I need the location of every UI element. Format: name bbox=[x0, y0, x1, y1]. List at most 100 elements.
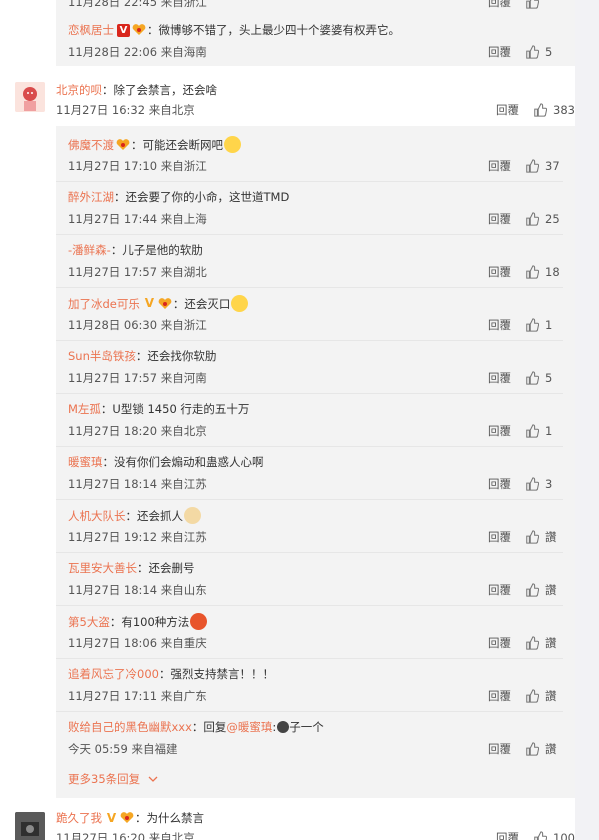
reply-author[interactable]: 加了冰de可乐 bbox=[68, 296, 140, 312]
reply-box-top: 11月28日 22:45 来自浙江 回覆 恋枫居士 V ：微博够不错了，头上最少… bbox=[56, 0, 575, 66]
like-button[interactable]: 1 bbox=[525, 424, 563, 438]
fan-badge-icon bbox=[132, 24, 146, 35]
reply-text: : bbox=[272, 720, 277, 734]
like-button[interactable]: 100 bbox=[533, 831, 575, 840]
like-button[interactable]: 1 bbox=[525, 318, 563, 332]
thumbs-up-icon bbox=[526, 159, 539, 173]
reply-author[interactable]: 败给自己的黑色幽默xxx bbox=[68, 719, 192, 735]
reply-button[interactable]: 回覆 bbox=[471, 688, 511, 704]
reply-row: 醉外江湖 ：还会要了你的小命，这世道TMD 11月27日 17:44 来自上海 回覆 2… bbox=[56, 181, 563, 235]
reply-button[interactable]: 回覆 bbox=[471, 44, 511, 60]
reply-text: ：还会找你软肋 bbox=[135, 349, 217, 363]
reply-author[interactable]: 人机大队长 bbox=[68, 508, 126, 524]
thumbs-up-icon bbox=[526, 477, 539, 491]
fan-badge-icon bbox=[116, 138, 130, 150]
thumbs-up-icon bbox=[526, 689, 539, 703]
verified-badge-icon: V bbox=[144, 296, 155, 310]
reply-button[interactable]: 回覆 bbox=[479, 102, 519, 118]
like-count: 5 bbox=[545, 371, 553, 385]
thumbs-up-icon bbox=[526, 424, 539, 438]
reply-author[interactable]: M左孤 bbox=[68, 401, 101, 417]
mention-link[interactable]: @暖蜜瑱 bbox=[226, 719, 272, 735]
like-button[interactable]: 讚 bbox=[525, 582, 563, 598]
comment-text: ：除了会禁言，还会啥 bbox=[102, 83, 217, 97]
like-button[interactable] bbox=[525, 0, 563, 9]
scrollbar[interactable] bbox=[575, 0, 599, 840]
like-count: 讚 bbox=[545, 689, 557, 703]
reply-button[interactable]: 回覆 bbox=[471, 158, 511, 174]
comment-author[interactable]: 跪久了我 bbox=[56, 810, 102, 826]
verified-badge-icon: V bbox=[117, 23, 130, 37]
like-count: 1 bbox=[545, 424, 553, 438]
reply-author[interactable]: 佛魔不渡 bbox=[68, 137, 114, 153]
reply-text: ：还会删号 bbox=[137, 561, 195, 575]
like-count: 讚 bbox=[545, 742, 557, 756]
reply-button[interactable]: 回覆 bbox=[471, 476, 511, 492]
reply-meta: 11月27日 17:10 来自浙江 bbox=[68, 159, 207, 173]
reply-row: 瓦里安大善长 ：还会删号 11月27日 18:14 来自山东 回覆 讚 bbox=[56, 552, 563, 606]
reply-text: ：微博够不错了，头上最少四十个婆婆有权弄它。 bbox=[147, 23, 400, 37]
reply-button[interactable]: 回覆 bbox=[471, 264, 511, 280]
like-button[interactable]: 3 bbox=[525, 477, 563, 491]
reply-button[interactable]: 回覆 bbox=[471, 0, 511, 10]
reply-meta: 11月27日 18:14 来自山东 bbox=[68, 583, 207, 597]
thumbs-up-icon bbox=[526, 265, 539, 279]
thumbs-up-icon bbox=[526, 371, 539, 385]
thumbs-up-icon bbox=[526, 318, 539, 332]
avatar[interactable] bbox=[15, 82, 45, 112]
comment-text: ：为什么禁言 bbox=[135, 811, 204, 825]
like-button[interactable]: 讚 bbox=[525, 688, 563, 704]
comment-meta: 11月27日 16:32 来自北京 bbox=[56, 103, 195, 117]
reply-button[interactable]: 回覆 bbox=[471, 423, 511, 439]
avatar-image bbox=[15, 82, 45, 112]
verified-badge-icon: V bbox=[106, 810, 117, 825]
reply-author[interactable]: 醉外江湖 bbox=[68, 189, 114, 205]
like-count: 讚 bbox=[545, 530, 557, 544]
reply-author[interactable]: 恋枫居士 bbox=[68, 22, 114, 38]
thumbs-up-icon bbox=[526, 636, 539, 650]
reply-button[interactable]: 回覆 bbox=[479, 830, 519, 840]
fan-badge-icon bbox=[158, 297, 172, 309]
reply-text: ：强烈支持禁言！！！ bbox=[158, 667, 274, 681]
reply-row: 追着风忘了冷000 ：强烈支持禁言！！！ 11月27日 17:11 来自广东 回覆 讚 bbox=[56, 658, 563, 712]
reply-meta: 11月27日 17:57 来自湖北 bbox=[68, 265, 207, 279]
reply-button[interactable]: 回覆 bbox=[471, 211, 511, 227]
reply-author[interactable]: 第5大盗 bbox=[68, 614, 110, 630]
avatar[interactable] bbox=[15, 812, 45, 840]
like-button[interactable]: 5 bbox=[525, 371, 563, 385]
reply-text: ：还会灭口 bbox=[172, 296, 231, 311]
reply-button[interactable]: 回覆 bbox=[471, 370, 511, 386]
reply-meta: 11月27日 17:57 来自河南 bbox=[68, 371, 207, 385]
reply-author[interactable]: Sun半岛铁孩 bbox=[68, 348, 136, 364]
reply-author[interactable]: 暖蜜瑱 bbox=[68, 454, 103, 470]
like-button[interactable]: 383 bbox=[533, 103, 575, 117]
like-button[interactable]: 5 bbox=[525, 45, 563, 59]
reply-meta: 11月27日 18:20 来自北京 bbox=[68, 424, 207, 438]
like-button[interactable]: 讚 bbox=[525, 529, 563, 545]
reply-button[interactable]: 回覆 bbox=[471, 317, 511, 333]
reply-author[interactable]: -潘鲜森- bbox=[68, 242, 111, 258]
reply-author[interactable]: 瓦里安大善长 bbox=[68, 560, 137, 576]
reply-text: ：没有你们会煽动和蛊惑人心啊 bbox=[102, 455, 264, 469]
like-button[interactable]: 讚 bbox=[525, 741, 563, 757]
angry-emoji-icon bbox=[190, 613, 208, 630]
more-replies-link[interactable]: 更多35条回复 bbox=[68, 771, 158, 787]
like-button[interactable]: 讚 bbox=[525, 635, 563, 651]
reply-button[interactable]: 回覆 bbox=[471, 635, 511, 651]
comment-item: 北京的呗 ：除了会禁言，还会啥 11月27日 16:32 来自北京 回覆 383 bbox=[0, 74, 575, 124]
reply-button[interactable]: 回覆 bbox=[471, 741, 511, 757]
object-emoji-icon bbox=[277, 721, 290, 733]
reply-row: -潘鲜森- ：儿子是他的软肋 11月27日 17:57 来自湖北 回覆 18 bbox=[56, 234, 563, 288]
thumbs-up-icon bbox=[526, 0, 539, 9]
like-button[interactable]: 37 bbox=[525, 159, 563, 173]
reply-meta: 11月28日 22:06 来自海南 bbox=[68, 45, 207, 59]
comment-author[interactable]: 北京的呗 bbox=[56, 82, 102, 98]
reply-button[interactable]: 回覆 bbox=[471, 582, 511, 598]
reply-button[interactable]: 回覆 bbox=[471, 529, 511, 545]
reply-text-prefix: ：回复 bbox=[191, 720, 227, 734]
reply-text: ：还会抓人 bbox=[125, 508, 184, 523]
like-button[interactable]: 18 bbox=[525, 265, 563, 279]
like-button[interactable]: 25 bbox=[525, 212, 563, 226]
reply-author[interactable]: 追着风忘了冷000 bbox=[68, 666, 159, 682]
like-count: 25 bbox=[545, 212, 560, 226]
